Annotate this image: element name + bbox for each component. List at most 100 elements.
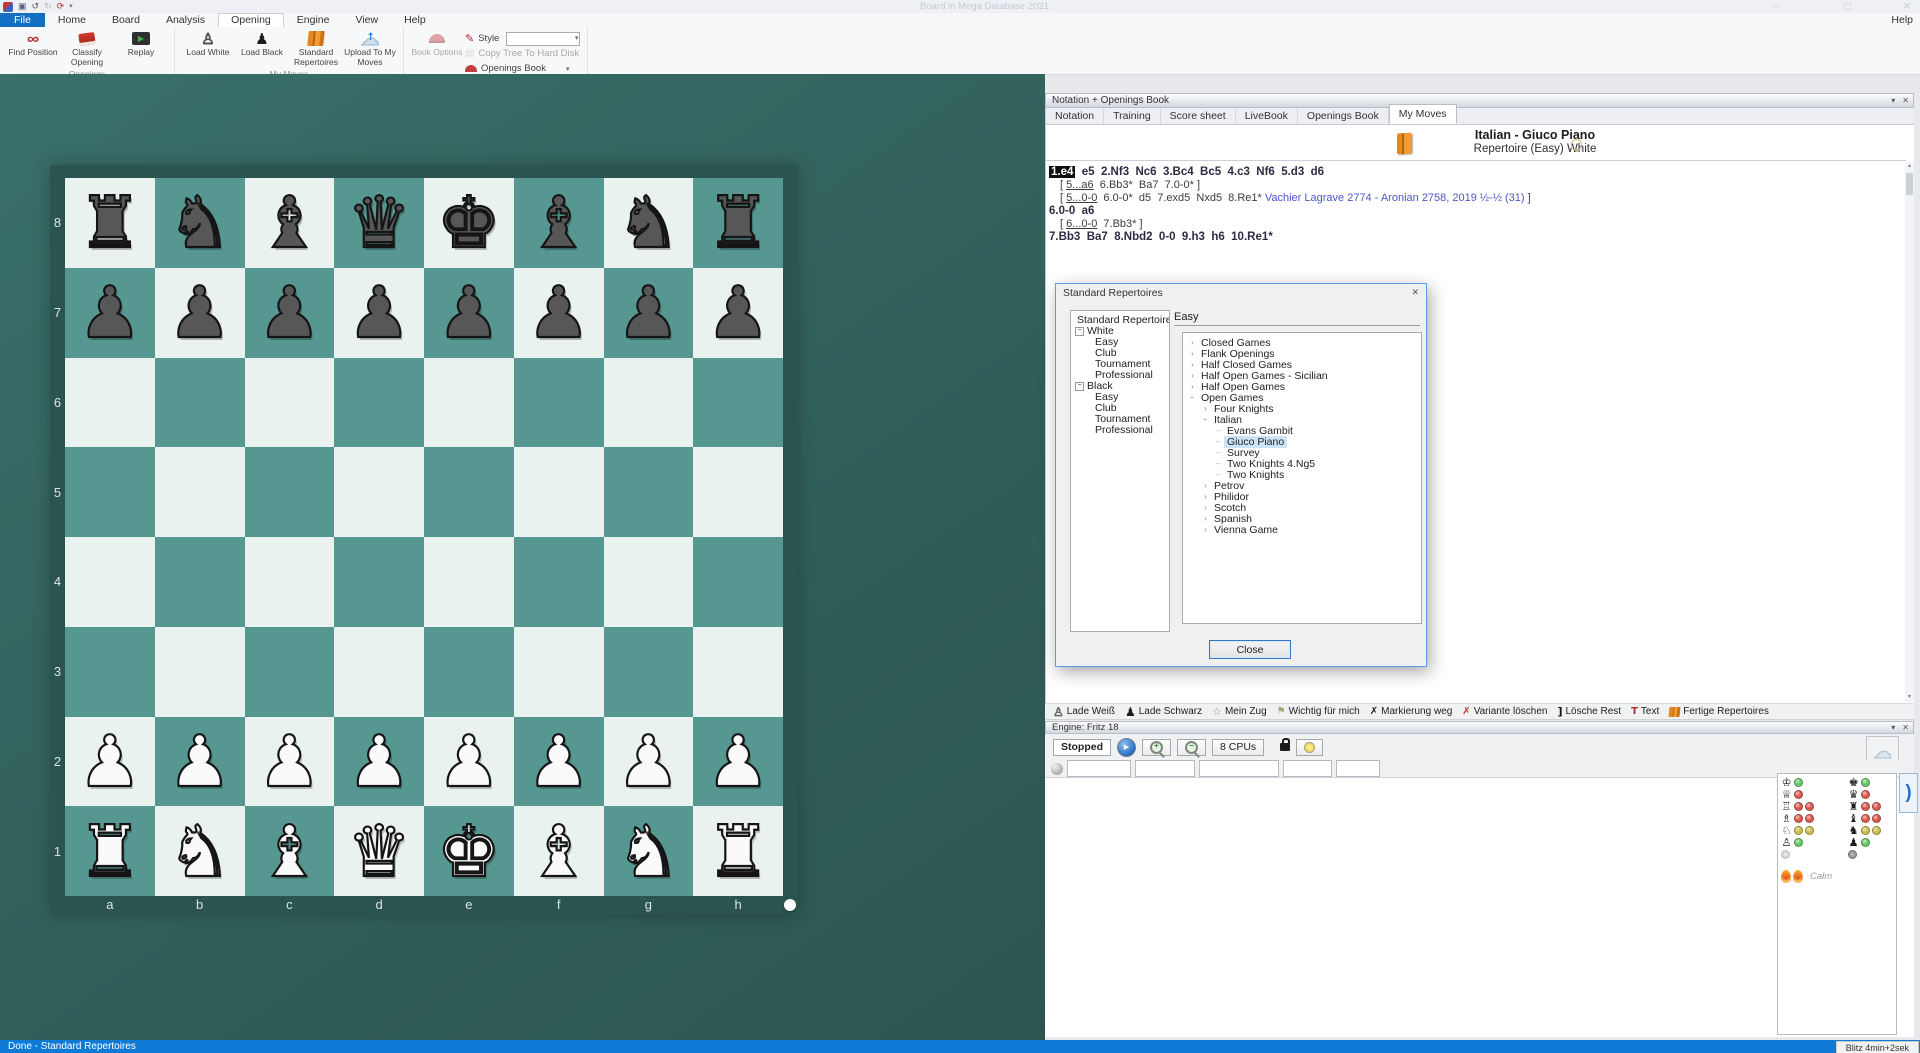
left-tree-item-easy[interactable]: Easy <box>1071 337 1169 348</box>
opening-item-petrov[interactable]: ›Petrov <box>1183 480 1421 491</box>
square-g6[interactable] <box>604 358 694 448</box>
tab-livebook[interactable]: LiveBook <box>1236 108 1298 124</box>
square-a7[interactable]: ♟ <box>65 268 155 358</box>
menu-tab-file[interactable]: File <box>0 13 45 27</box>
square-h4[interactable] <box>693 537 783 627</box>
variante-l-schen-button[interactable]: ✗Variante löschen <box>1462 706 1547 717</box>
piece-black-pawn[interactable]: ♟ <box>706 277 770 348</box>
square-f4[interactable] <box>514 537 604 627</box>
scroll-up-icon[interactable]: ▲ <box>1905 162 1914 171</box>
chevron-right-icon[interactable]: › <box>1187 338 1198 347</box>
piece-black-pawn[interactable]: ♟ <box>527 277 591 348</box>
piece-white-pawn[interactable]: ♟ <box>527 726 591 797</box>
expand-panel-button[interactable]: ) <box>1899 773 1918 813</box>
square-a4[interactable] <box>65 537 155 627</box>
piece-black-knight[interactable]: ♞ <box>617 187 681 258</box>
opening-item-open-games[interactable]: ›Open Games <box>1183 392 1421 403</box>
square-h3[interactable] <box>693 627 783 717</box>
chevron-right-icon[interactable]: › <box>1200 404 1211 413</box>
square-f6[interactable] <box>514 358 604 448</box>
square-h5[interactable] <box>693 447 783 537</box>
mein-zug-button[interactable]: ☆Mein Zug <box>1212 705 1267 718</box>
menu-tab-help[interactable]: Help <box>391 13 439 27</box>
square-b7[interactable]: ♟ <box>155 268 245 358</box>
piece-black-king[interactable]: ♚ <box>437 187 501 258</box>
load-white-button[interactable]: ♙Load White <box>182 29 234 58</box>
opening-item-vienna-game[interactable]: ›Vienna Game <box>1183 524 1421 535</box>
piece-white-knight[interactable]: ♞ <box>168 816 232 887</box>
chevron-right-icon[interactable]: › <box>1200 514 1211 523</box>
variation-run[interactable]: 6.Bb3* Ba7 7.0-0* ] <box>1094 179 1200 191</box>
maximize-button[interactable]: ▢ <box>1843 1 1852 12</box>
piece-white-king[interactable]: ♚ <box>437 816 501 887</box>
square-d6[interactable] <box>334 358 424 448</box>
engine-value-field-4[interactable] <box>1283 760 1332 777</box>
dialog-close-icon[interactable]: ✕ <box>1411 287 1419 298</box>
analysis-minus-button[interactable]: − <box>1177 739 1206 756</box>
piece-black-pawn[interactable]: ♟ <box>258 277 322 348</box>
left-tree-item-white[interactable]: −White <box>1071 326 1169 337</box>
openings-tree[interactable]: ›Closed Games›Flank Openings›Half Closed… <box>1182 332 1422 624</box>
sync-icon[interactable]: ⟳ <box>57 0 65 13</box>
square-g1[interactable]: ♞ <box>604 806 694 896</box>
opening-item-closed-games[interactable]: ›Closed Games <box>1183 337 1421 348</box>
square-e4[interactable] <box>424 537 514 627</box>
opening-item-survey[interactable]: –Survey <box>1183 447 1421 458</box>
current-move[interactable]: 1.e4 <box>1049 166 1075 178</box>
square-h8[interactable]: ♜ <box>693 178 783 268</box>
wichtig-f-r-mich-button[interactable]: ⚑Wichtig für mich <box>1277 706 1360 717</box>
square-f7[interactable]: ♟ <box>514 268 604 358</box>
tab-training[interactable]: Training <box>1104 108 1161 124</box>
opening-item-two-knights[interactable]: –Two Knights <box>1183 469 1421 480</box>
opening-item-philidor[interactable]: ›Philidor <box>1183 491 1421 502</box>
close-button[interactable]: ✕ <box>1903 1 1911 12</box>
square-h1[interactable]: ♜ <box>693 806 783 896</box>
variation-move-link[interactable]: 5...0-0 <box>1066 192 1097 204</box>
classify-opening-button[interactable]: Classify Opening <box>61 29 113 68</box>
square-c8[interactable]: ♝ <box>245 178 335 268</box>
chevron-right-icon[interactable]: › <box>1200 492 1211 501</box>
square-d8[interactable]: ♛ <box>334 178 424 268</box>
hint-button[interactable] <box>1296 739 1323 756</box>
opening-item-flank-openings[interactable]: ›Flank Openings <box>1183 348 1421 359</box>
piece-black-bishop[interactable]: ♝ <box>527 187 591 258</box>
opening-item-four-knights[interactable]: ›Four Knights <box>1183 403 1421 414</box>
menu-tab-analysis[interactable]: Analysis <box>153 13 218 27</box>
style-combo[interactable]: ▾ <box>506 32 580 46</box>
square-b8[interactable]: ♞ <box>155 178 245 268</box>
piece-black-rook[interactable]: ♜ <box>78 187 142 258</box>
piece-black-pawn[interactable]: ♟ <box>168 277 232 348</box>
square-a6[interactable] <box>65 358 155 448</box>
square-b2[interactable]: ♟ <box>155 717 245 807</box>
piece-white-knight[interactable]: ♞ <box>617 816 681 887</box>
piece-white-pawn[interactable]: ♟ <box>258 726 322 797</box>
square-h2[interactable]: ♟ <box>693 717 783 807</box>
square-c6[interactable] <box>245 358 335 448</box>
square-g4[interactable] <box>604 537 694 627</box>
panel-close-icon[interactable]: ✕ <box>1902 96 1909 105</box>
chevron-right-icon[interactable]: › <box>1187 360 1198 369</box>
square-e7[interactable]: ♟ <box>424 268 514 358</box>
menu-tab-home[interactable]: Home <box>45 13 99 27</box>
piece-black-knight[interactable]: ♞ <box>168 187 232 258</box>
panel-close-icon[interactable]: ✕ <box>1902 723 1909 732</box>
square-c3[interactable] <box>245 627 335 717</box>
menu-tab-engine[interactable]: Engine <box>284 13 343 27</box>
square-e6[interactable] <box>424 358 514 448</box>
time-control-badge[interactable]: Blitz 4min+2sek <box>1836 1041 1919 1053</box>
lock-icon[interactable] <box>1280 743 1290 751</box>
variation-move-link[interactable]: 5...a6 <box>1066 179 1094 191</box>
opening-item-giuco-piano[interactable]: –Giuco Piano <box>1183 436 1421 447</box>
notation-scrollbar[interactable]: ▲ ▼ <box>1905 162 1914 702</box>
square-a8[interactable]: ♜ <box>65 178 155 268</box>
opening-item-half-open-games[interactable]: ›Half Open Games <box>1183 381 1421 392</box>
square-h7[interactable]: ♟ <box>693 268 783 358</box>
left-tree-item-standard-repertoires[interactable]: Standard Repertoires <box>1071 315 1169 326</box>
square-h6[interactable] <box>693 358 783 448</box>
square-d1[interactable]: ♛ <box>334 806 424 896</box>
piece-white-pawn[interactable]: ♟ <box>78 726 142 797</box>
square-g2[interactable]: ♟ <box>604 717 694 807</box>
piece-black-pawn[interactable]: ♟ <box>617 277 681 348</box>
left-tree-item-professional[interactable]: Professional <box>1071 370 1169 381</box>
opening-item-spanish[interactable]: ›Spanish <box>1183 513 1421 524</box>
